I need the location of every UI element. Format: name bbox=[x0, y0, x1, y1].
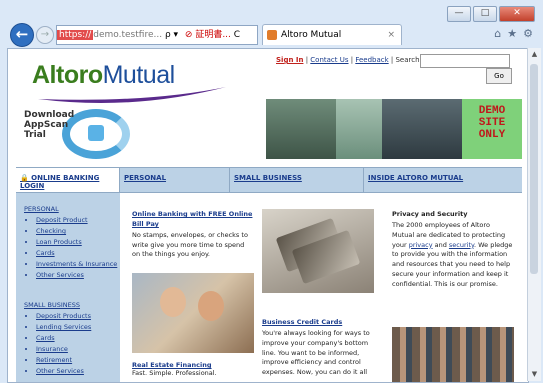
tab-title: Altoro Mutual bbox=[281, 30, 342, 40]
demo-site-only-label: DEMO SITE ONLY bbox=[462, 99, 522, 159]
sidebar-item-insurance[interactable]: Insurance bbox=[36, 344, 91, 355]
demo-line1: DEMO bbox=[478, 105, 506, 117]
browser-toolbar: ← → https://demo.testfire... ρ ▾ ⊘ 証明書..… bbox=[0, 22, 543, 48]
close-window-button[interactable]: ✕ bbox=[499, 6, 535, 22]
scroll-up-icon[interactable]: ▲ bbox=[528, 48, 541, 61]
address-search-icon[interactable]: ρ ▾ bbox=[165, 30, 178, 40]
appscan-line1: Download bbox=[24, 110, 75, 120]
sign-in-link[interactable]: Sign In bbox=[276, 56, 303, 64]
sidebar-item-business-cards[interactable]: Cards bbox=[36, 333, 91, 344]
nav-inside-altoro[interactable]: INSIDE ALTORO MUTUAL bbox=[364, 168, 522, 192]
favicon-icon bbox=[267, 30, 277, 40]
business-credit-cards-promo: Business Credit Cards You're always look… bbox=[262, 317, 380, 378]
main-nav: 🔒 ONLINE BANKING LOGIN PERSONAL SMALL BU… bbox=[16, 167, 522, 193]
sidebar-item-deposit-product[interactable]: Deposit Product bbox=[36, 215, 117, 226]
credit-cards-photo bbox=[262, 209, 374, 293]
appscan-text: Download AppScan Trial bbox=[24, 110, 74, 140]
go-button[interactable]: Go bbox=[486, 68, 512, 84]
contact-us-link[interactable]: Contact Us bbox=[310, 56, 348, 64]
tab-altoro-mutual[interactable]: Altoro Mutual × bbox=[262, 24, 402, 45]
nav-personal[interactable]: PERSONAL bbox=[120, 168, 230, 192]
sidebar-business-list: Deposit Products Lending Services Cards … bbox=[26, 311, 91, 377]
vertical-scrollbar[interactable]: ▲ ▼ bbox=[527, 48, 541, 381]
business-credit-cards-heading-link[interactable]: Business Credit Cards bbox=[262, 317, 380, 327]
sidebar-item-retirement[interactable]: Retirement bbox=[36, 355, 91, 366]
business-credit-cards-body: You're always looking for ways to improv… bbox=[262, 329, 370, 377]
security-link[interactable]: security bbox=[449, 241, 474, 249]
privacy-security-heading: Privacy and Security bbox=[392, 210, 468, 218]
appscan-line2: AppScan bbox=[24, 120, 69, 130]
demo-banner: DEMO SITE ONLY bbox=[266, 99, 522, 159]
browser-tools: ⌂ ★ ⚙ bbox=[494, 27, 533, 40]
settings-gear-icon[interactable]: ⚙ bbox=[523, 27, 533, 40]
maximize-button[interactable]: □ bbox=[473, 6, 497, 22]
sidebar-item-deposit-products[interactable]: Deposit Products bbox=[36, 311, 91, 322]
privacy-security-section: Privacy and Security The 2000 employees … bbox=[392, 209, 514, 290]
real-estate-promo: Real Estate Financing Fast. Simple. Prof… bbox=[132, 361, 254, 377]
favorites-star-icon[interactable]: ★ bbox=[507, 27, 517, 40]
sidebar-personal-heading[interactable]: PERSONAL bbox=[24, 205, 59, 213]
appscan-line3: Trial bbox=[24, 130, 46, 140]
sidebar-item-lending-services[interactable]: Lending Services bbox=[36, 322, 91, 333]
minimize-button[interactable]: — bbox=[447, 6, 471, 22]
family-person-1 bbox=[160, 287, 186, 317]
sidebar-item-other-services[interactable]: Other Services bbox=[36, 270, 117, 281]
demo-line3: ONLY bbox=[478, 129, 506, 141]
sidebar-item-business-other-services[interactable]: Other Services bbox=[36, 366, 91, 377]
sidebar-item-checking[interactable]: Checking bbox=[36, 226, 117, 237]
nav-online-banking-login[interactable]: 🔒 ONLINE BANKING LOGIN bbox=[16, 168, 120, 192]
family-photo bbox=[132, 273, 254, 353]
back-button[interactable]: ← bbox=[10, 23, 34, 47]
page-viewport: AltoroMutual Sign In | Contact Us | Feed… bbox=[7, 48, 529, 383]
refresh-icon[interactable]: C bbox=[234, 30, 240, 40]
certificate-error-icon[interactable]: ⊘ 証明書... bbox=[185, 30, 231, 40]
banner-photo-meeting bbox=[382, 99, 462, 159]
feedback-link[interactable]: Feedback bbox=[355, 56, 388, 64]
browser-window: — □ ✕ ← → https://demo.testfire... ρ ▾ ⊘… bbox=[0, 0, 543, 383]
scroll-down-icon[interactable]: ▼ bbox=[528, 368, 541, 381]
sidebar-personal-list: Deposit Product Checking Loan Products C… bbox=[26, 215, 117, 281]
nav-small-business[interactable]: SMALL BUSINESS bbox=[230, 168, 364, 192]
sidebar-item-cards[interactable]: Cards bbox=[36, 248, 117, 259]
online-banking-body: No stamps, envelopes, or checks to write… bbox=[132, 231, 248, 258]
tab-close-icon[interactable]: × bbox=[387, 25, 395, 45]
forward-button[interactable]: → bbox=[36, 26, 54, 44]
nav-online-banking-label: ONLINE BANKING LOGIN bbox=[20, 174, 100, 190]
home-icon[interactable]: ⌂ bbox=[494, 27, 501, 40]
banner-photo-woman bbox=[266, 99, 336, 159]
family-person-2 bbox=[198, 291, 224, 321]
real-estate-heading-link[interactable]: Real Estate Financing bbox=[132, 361, 254, 369]
demo-line2: SITE bbox=[478, 117, 506, 129]
sidebar-item-loan-products[interactable]: Loan Products bbox=[36, 237, 117, 248]
address-bar[interactable]: https://demo.testfire... ρ ▾ ⊘ 証明書... C bbox=[56, 25, 258, 45]
sidebar-business-heading[interactable]: SMALL BUSINESS bbox=[24, 301, 80, 309]
search-input[interactable] bbox=[420, 54, 510, 68]
appscan-trial-banner[interactable]: Download AppScan Trial bbox=[22, 107, 142, 163]
sidebar-item-investments[interactable]: Investments & Insurance bbox=[36, 259, 117, 270]
employees-crowd-photo bbox=[392, 327, 514, 382]
address-domain: demo.testfire... bbox=[93, 30, 163, 40]
online-banking-heading-link[interactable]: Online Banking with FREE Online Bill Pay bbox=[132, 209, 254, 229]
window-controls: — □ ✕ bbox=[447, 6, 535, 22]
privacy-security-body: The 2000 employees of Altoro Mutual are … bbox=[392, 221, 514, 290]
logo-swoosh-icon bbox=[38, 87, 226, 103]
address-protocol: https:// bbox=[57, 30, 94, 40]
top-links: Sign In | Contact Us | Feedback | Search bbox=[276, 56, 420, 64]
real-estate-body: Fast. Simple. Professional. bbox=[132, 369, 217, 377]
lock-icon bbox=[88, 125, 104, 141]
search-label: Search bbox=[395, 56, 420, 64]
scrollbar-thumb[interactable] bbox=[530, 64, 538, 274]
privacy-body-b: and bbox=[432, 240, 449, 249]
online-banking-promo: Online Banking with FREE Online Bill Pay… bbox=[132, 209, 254, 260]
privacy-link[interactable]: privacy bbox=[409, 241, 433, 249]
banner-photo-office bbox=[336, 99, 382, 159]
sidebar: PERSONAL Deposit Product Checking Loan P… bbox=[16, 193, 120, 382]
